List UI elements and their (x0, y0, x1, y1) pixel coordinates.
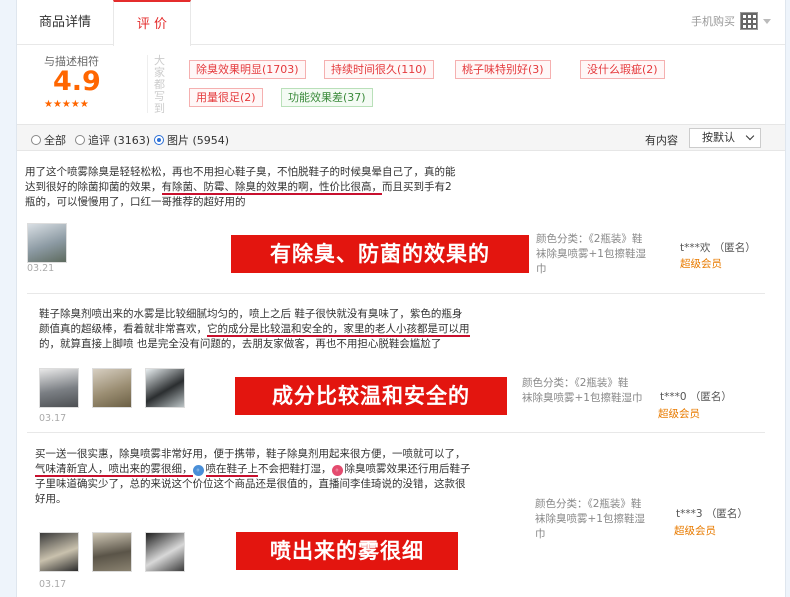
sort-dropdown[interactable]: 按默认 (689, 128, 761, 148)
product-spec: 颜色分类：《2瓶装》鞋 袜除臭喷雾+1包擦鞋湿巾 (522, 376, 652, 406)
review-photo[interactable] (39, 532, 79, 572)
filter-images-label: 图片 (5954) (167, 134, 230, 147)
highlight-banner: 有除臭、防菌的效果的 (231, 235, 529, 273)
mobile-buy-label: 手机购买 (691, 15, 735, 28)
filter-images-radio[interactable]: 图片 (5954) (154, 132, 229, 148)
review-photo[interactable] (27, 223, 67, 263)
review-photo[interactable] (92, 532, 132, 572)
reviewer-name: t***欢 （匿名） (680, 242, 756, 254)
review-line: 而且买到手有2 (382, 181, 452, 193)
qr-code-icon (740, 12, 758, 30)
emoji-icon: ◦ (192, 465, 204, 476)
impressions-label: 大家都写到 (154, 54, 165, 115)
review-date: 03.17 (39, 413, 67, 424)
review-photo[interactable] (145, 368, 185, 408)
highlight-banner: 成分比较温和安全的 (235, 377, 507, 415)
review-page: 商品详情 评 价 手机购买 与描述相符 4.9 ★★★★★ 大家都写到 除臭效果… (16, 0, 786, 597)
review-line: 的，就算直接上脚喷 也是完全没有问题的，去朋友家做客，再也不用担心脱鞋会尴尬了 (39, 338, 442, 350)
review-highlight: 气味清新宜人，喷出来的雾很细， (35, 463, 193, 477)
spec-line: 颜色分类：《2瓶装》鞋 (536, 233, 643, 245)
radio-icon (75, 135, 85, 145)
emoji-icon: ◦ (331, 465, 343, 476)
filter-all-label: 全部 (44, 134, 66, 147)
radio-selected-icon (154, 135, 164, 145)
review-line: 子里味道确实少了，总的来说这个价位这个商品还是很值的，直播间李佳琦说的没错，这款… (35, 478, 466, 490)
review-line: 瓶的，可以慢慢用了，口红一哥推荐的超好用的 (25, 196, 246, 208)
member-level: 超级会员 (658, 408, 700, 420)
review-filter-bar: 全部 追评 (3163) 图片 (5954) 有内容 按默认 (17, 124, 785, 151)
rating-summary: 与描述相符 4.9 ★★★★★ 大家都写到 除臭效果明显(1703) 持续时间很… (17, 45, 785, 122)
impression-tag[interactable]: 持续时间很久(110) (324, 60, 434, 79)
review-line: 颜值真的超级棒，看着就非常喜欢， (39, 323, 207, 335)
review-text: 鞋子除臭剂喷出来的水雾是比较细腻均匀的，喷上之后 鞋子很快就没有臭味了，紫色的瓶… (39, 307, 529, 352)
star-rating: ★★★★★ (44, 99, 89, 110)
sort-value: 按默认 (702, 131, 735, 144)
filter-followup-radio[interactable]: 追评 (3163) (75, 132, 150, 148)
member-level: 超级会员 (674, 525, 716, 537)
chevron-down-icon (745, 131, 755, 141)
divider (27, 293, 765, 294)
review-highlight: 喷在鞋子上 (205, 463, 258, 477)
review-photo[interactable] (39, 368, 79, 408)
review-highlight: 有除菌、防霉、除臭的效果的啊，性价比很高， (161, 181, 382, 195)
spec-line: 巾 (536, 263, 547, 275)
tab-product-details[interactable]: 商品详情 (17, 0, 113, 45)
tab-bar: 商品详情 评 价 手机购买 (17, 0, 785, 46)
filter-all-radio[interactable]: 全部 (31, 132, 66, 148)
divider (27, 432, 765, 433)
spec-line: 袜除臭喷雾+1包擦鞋湿 (536, 248, 646, 260)
mobile-buy-link[interactable]: 手机购买 (691, 12, 771, 30)
reviewer-name: t***0 （匿名） (660, 391, 732, 403)
spec-line: 巾 (535, 528, 546, 540)
reviewer-name: t***3 （匿名） (676, 508, 748, 520)
chevron-down-icon (763, 18, 771, 24)
rating-score: 4.9 (53, 66, 101, 97)
review-photo[interactable] (145, 532, 185, 572)
review-line: 买一送一很实惠，除臭喷雾非常好用，便于携带，鞋子除臭剂用起来很方便，一喷就可以了… (35, 448, 466, 460)
has-content-label[interactable]: 有内容 (645, 132, 678, 148)
filter-followup-label: 追评 (3163) (88, 134, 151, 147)
impression-tag[interactable]: 用量很足(2) (189, 88, 263, 107)
review-photo[interactable] (92, 368, 132, 408)
spec-line: 颜色分类：《2瓶装》鞋 (535, 498, 642, 510)
tab-reviews[interactable]: 评 价 (113, 0, 191, 46)
review-line: 不会把鞋打湿， (258, 463, 332, 475)
impression-tag[interactable]: 桃子味特别好(3) (455, 60, 551, 79)
review-date: 03.21 (27, 263, 55, 274)
product-spec: 颜色分类：《2瓶装》鞋 袜除臭喷雾+1包擦鞋湿 巾 (535, 497, 665, 542)
review-line: 鞋子除臭剂喷出来的水雾是比较细腻均匀的，喷上之后 鞋子很快就没有臭味了，紫色的瓶… (39, 308, 463, 320)
review-highlight: 它的成分是比较温和安全的，家里的老人小孩都是可以用 (207, 323, 470, 337)
review-text: 买一送一很实惠，除臭喷雾非常好用，便于携带，鞋子除臭剂用起来很方便，一喷就可以了… (35, 447, 525, 507)
highlight-banner: 喷出来的雾很细 (236, 532, 458, 570)
impression-tag-negative[interactable]: 功能效果差(37) (281, 88, 373, 107)
impression-tag[interactable]: 没什么瑕疵(2) (580, 60, 665, 79)
spec-line: 袜除臭喷雾+1包擦鞋湿 (535, 513, 645, 525)
spec-line: 颜色分类：《2瓶装》鞋 (522, 377, 629, 389)
product-spec: 颜色分类：《2瓶装》鞋 袜除臭喷雾+1包擦鞋湿 巾 (536, 232, 664, 277)
review-text: 用了这个喷雾除臭是轻轻松松，再也不用担心鞋子臭，不怕脱鞋子的时候臭晕自己了，真的… (25, 165, 530, 210)
radio-icon (31, 135, 41, 145)
spec-line: 袜除臭喷雾+1包擦鞋湿巾 (522, 392, 643, 404)
review-line: 达到很好的除菌抑菌的效果， (25, 181, 162, 193)
divider (147, 55, 148, 113)
impression-tag[interactable]: 除臭效果明显(1703) (189, 60, 306, 79)
review-line: 好用。 (35, 493, 67, 505)
review-line: 除臭喷雾效果还行用后鞋子 (344, 463, 471, 475)
member-level: 超级会员 (680, 258, 722, 270)
review-line: 用了这个喷雾除臭是轻轻松松，再也不用担心鞋子臭，不怕脱鞋子的时候臭晕自己了，真的… (25, 166, 456, 178)
review-date: 03.17 (39, 579, 67, 590)
